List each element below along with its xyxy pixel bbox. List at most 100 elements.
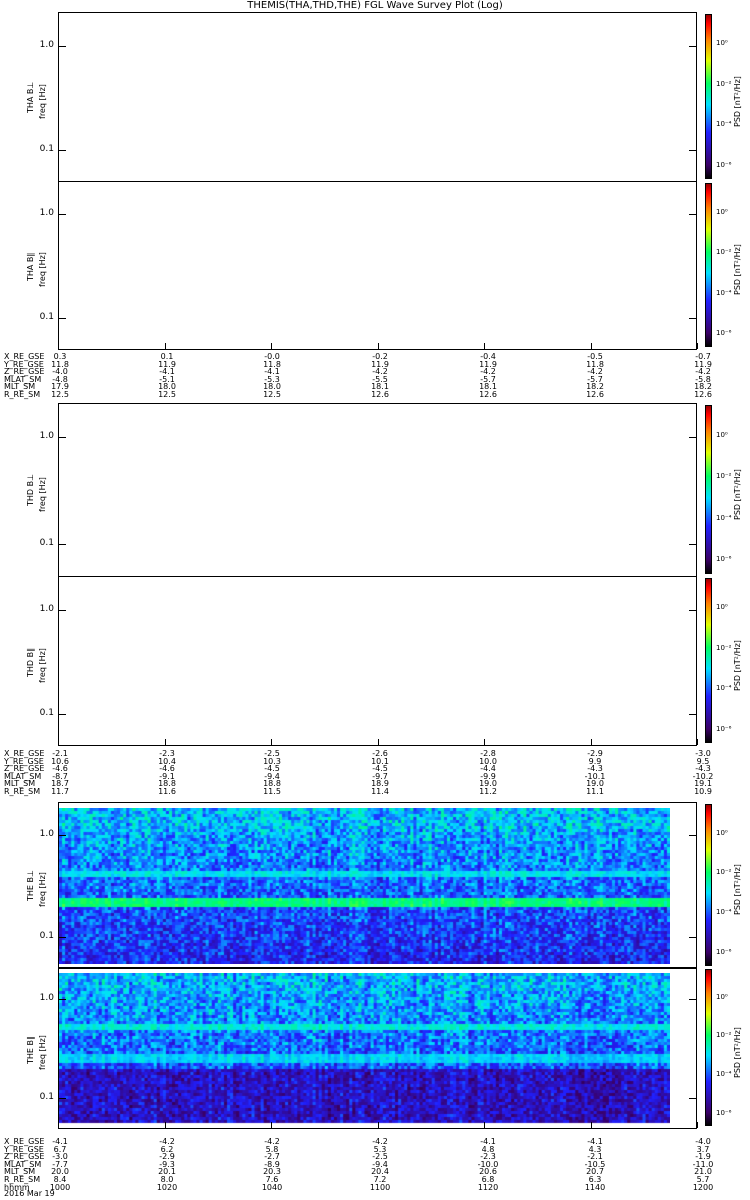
colorbar-tick-label: 10⁰ [716,39,728,48]
y-tick-mark [58,214,66,216]
colorbar-tick-label: 10⁻² [716,643,732,652]
colorbar-tick-label: 10⁻² [716,1031,732,1040]
colorbar-tick-label: 10⁻⁴ [716,908,732,917]
ephem-value: 12.5 [158,390,176,399]
y-tick-mark [58,543,66,545]
colorbar-tick-label: 10⁻⁴ [716,288,732,297]
colorbar-label: PSD [nT²/Hz] [733,468,742,520]
x-tick-mark [484,1122,485,1128]
x-tick-mark [377,739,379,745]
colorbar-tick-label: 10⁻² [716,868,732,877]
y-tick-mark [689,317,697,319]
colorbar-tick-label: 10⁻⁴ [716,1070,732,1079]
colorbar-tick-label: 10⁻⁴ [716,684,732,693]
y-tick-mark [58,713,66,715]
colorbar-label: PSD [nT²/Hz] [733,75,742,127]
colorbar-tick-label: 10⁰ [716,430,728,439]
spectrogram-panel [58,576,697,746]
spectrogram-panel [58,802,697,969]
ephem-value: 1020 [156,1182,178,1192]
ephem-value: 1120 [477,1182,499,1192]
y-tick-mark [689,543,697,545]
colorbar-tick-label: 10⁻⁴ [716,120,732,129]
y-tick-mark [58,998,66,1000]
ephem-value: 11.7 [51,787,69,796]
ephem-value: 12.5 [263,390,281,399]
colorbar-tick-label: 10⁻⁶ [716,555,732,564]
colorbar [705,804,712,966]
x-tick-mark [590,343,592,349]
freq-axis-label: freq [Hz] [38,872,47,907]
y-tick-mark [689,937,697,939]
freq-axis-label: freq [Hz] [38,647,47,683]
ephem-value: 1100 [369,1182,391,1192]
y-tick-label: 1.0 [39,208,54,219]
y-tick-label: 0.1 [39,707,54,718]
ephem-value: 11.4 [371,787,389,796]
x-tick-mark [58,343,59,349]
freq-axis-label: freq [Hz] [38,1034,47,1070]
freq-axis-label: freq [Hz] [38,476,47,512]
y-tick-mark [689,45,697,47]
ephem-value: 12.6 [371,390,389,399]
x-tick-mark [697,343,698,349]
y-tick-mark [689,1098,697,1100]
x-tick-mark [697,1122,698,1128]
colorbar-tick-label: 10⁻⁶ [716,948,732,957]
y-tick-mark [58,609,66,611]
x-tick-mark [271,343,272,349]
freq-axis-label: freq [Hz] [38,83,47,119]
y-tick-label: 1.0 [39,431,54,442]
colorbar-label: PSD [nT²/Hz] [733,244,742,295]
colorbar-tick-label: 10⁻⁶ [716,160,732,169]
y-tick-mark [689,437,697,439]
colorbar [705,14,712,179]
ephem-value: 11.2 [479,787,497,796]
y-tick-mark [58,1098,66,1100]
x-tick-mark [164,343,166,349]
y-tick-label: 1.0 [39,828,54,839]
x-tick-mark [590,1122,592,1128]
ephem-row-label: R_RE_SM [4,390,41,399]
colorbar-tick-label: 10⁻² [716,248,732,257]
freq-axis-label: freq [Hz] [38,252,47,287]
colorbar-tick-label: 10⁻² [716,472,732,481]
ephem-value: 12.6 [479,390,497,399]
ephem-value: 1140 [584,1182,606,1192]
x-tick-mark [58,1122,59,1128]
y-tick-label: 0.1 [39,143,54,154]
colorbar-tick-label: 10⁻⁶ [716,724,732,733]
y-tick-mark [58,937,66,939]
ephem-value: 12.6 [694,390,712,399]
ephem-value: 11.6 [158,787,176,796]
colorbar-label: PSD [nT²/Hz] [733,639,742,691]
y-tick-label: 1.0 [39,39,54,50]
colorbar [705,578,712,743]
colorbar [705,969,712,1126]
x-tick-mark [697,739,698,745]
ephem-value: 1040 [261,1182,283,1192]
y-tick-mark [689,713,697,715]
y-tick-label: 0.1 [39,931,54,942]
y-tick-mark [58,45,66,47]
colorbar-tick-label: 10⁻² [716,79,732,88]
panel-label: THE B⊥ [26,870,35,901]
y-tick-mark [689,609,697,611]
plot-title: THEMIS(THA,THD,THE) FGL Wave Survey Plot… [247,0,503,11]
spectrogram-panel [58,12,697,182]
panel-label: THD B⊥ [26,473,35,506]
x-tick-mark [484,739,485,745]
ephem-value: 12.6 [586,390,604,399]
y-tick-mark [58,834,66,836]
y-tick-label: 0.1 [39,1092,54,1103]
x-tick-mark [164,1122,166,1128]
x-tick-mark [377,343,379,349]
x-tick-mark [590,739,592,745]
x-tick-mark [484,343,485,349]
y-tick-mark [689,149,697,151]
date-label: 2016 Mar 19 [4,1189,55,1198]
ephem-value: 12.5 [51,390,69,399]
colorbar-tick-label: 10⁰ [716,828,728,837]
spectrogram-image [59,808,670,964]
colorbar-tick-label: 10⁻⁶ [716,328,732,337]
